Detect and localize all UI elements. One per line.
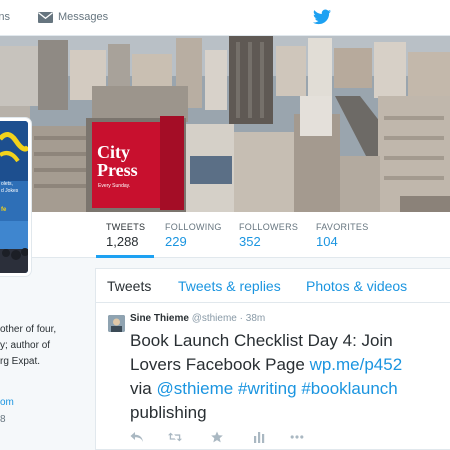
tweet-text-line-3: via @sthieme #writing #booklaunch (130, 377, 450, 401)
stat-favorites[interactable]: FAVORITES 104 (316, 222, 369, 249)
book-cover-image: olets, d Jokes fe (0, 121, 28, 273)
tweet-item[interactable]: Sine Thieme @sthieme · 38m Book Launch C… (96, 303, 450, 450)
tweet-header: Sine Thieme @sthieme · 38m (130, 313, 265, 324)
bio-line-1: other of four, (0, 324, 57, 335)
active-stat-indicator (96, 255, 154, 258)
analytics-icon[interactable] (252, 431, 266, 443)
tab-tweets[interactable]: Tweets (107, 278, 151, 294)
retweet-icon[interactable] (168, 431, 182, 443)
tab-tweets-and-replies[interactable]: Tweets & replies (178, 278, 281, 294)
tweet-text-line-1: Book Launch Checklist Day 4: Join (130, 331, 393, 350)
tweet-link[interactable]: wp.me/p452 (310, 355, 403, 374)
tweet-text-segment: Lovers Facebook Page (130, 355, 310, 374)
nav-messages[interactable]: Messages (38, 11, 108, 23)
tweet-author-name[interactable]: Sine Thieme (130, 313, 189, 324)
book-cover-line2: d Jokes (1, 188, 19, 194)
top-navigation-bar: Notifications Messages (0, 0, 450, 36)
tweet-mention[interactable]: @sthieme (156, 379, 233, 398)
stat-following-label: FOLLOWING (165, 222, 222, 232)
billboard-title-line1: City (97, 142, 130, 162)
nav-notifications-label: Notifications (0, 11, 10, 23)
stat-following[interactable]: FOLLOWING 229 (165, 222, 222, 249)
profile-stats-bar: TWEETS 1,288 FOLLOWING 229 FOLLOWERS 352… (0, 212, 450, 258)
stat-favorites-value: 104 (316, 234, 338, 249)
stat-followers-value: 352 (239, 234, 261, 249)
stat-following-value: 229 (165, 234, 187, 249)
profile-avatar[interactable]: olets, d Jokes fe (0, 118, 31, 276)
timeline-tabs: Tweets Tweets & replies Photos & videos (96, 269, 450, 303)
twitter-bird-icon[interactable] (313, 9, 331, 25)
stat-favorites-label: FAVORITES (316, 222, 369, 232)
tweet-via-text: via (130, 379, 157, 398)
profile-website-link[interactable]: om (0, 397, 14, 408)
stat-followers-label: FOLLOWERS (239, 222, 299, 232)
avatar-image (108, 315, 125, 332)
billboard-subtitle: Every Sunday. (98, 183, 130, 189)
stat-tweets[interactable]: TWEETS 1,288 (106, 222, 145, 249)
bio-line-2: y; author of (0, 340, 51, 351)
tweet-author-handle[interactable]: @sthieme (192, 313, 237, 324)
book-cover-line3: fe (1, 207, 7, 213)
cityscape-banner-image: City Press Every Sunday. (0, 36, 450, 212)
profile-bio: other of four, y; author of rg Expat. (0, 322, 92, 370)
bio-line-3: rg Expat. (0, 356, 41, 367)
tab-photos-and-videos[interactable]: Photos & videos (306, 278, 407, 294)
tweet-hashtag-booklaunch[interactable]: #booklaunch (301, 379, 397, 398)
stat-tweets-label: TWEETS (106, 222, 146, 232)
profile-joined-date: 8 (0, 414, 6, 425)
stat-followers[interactable]: FOLLOWERS 352 (239, 222, 298, 249)
book-cover-line1: olets, (1, 181, 13, 187)
tweet-text-line-2: Lovers Facebook Page wp.me/p452 (130, 353, 450, 377)
reply-icon[interactable] (130, 431, 144, 443)
tweet-text-line-4: publishing (130, 403, 207, 422)
favorite-icon[interactable] (210, 431, 224, 443)
tweet-text: Book Launch Checklist Day 4: Join Lovers… (130, 329, 450, 425)
more-icon[interactable] (290, 431, 304, 443)
tweet-hashtag-writing[interactable]: #writing (238, 379, 297, 398)
stat-tweets-value: 1,288 (106, 234, 139, 249)
tweet-author-avatar[interactable] (108, 315, 125, 332)
tweet-header-separator: · (239, 313, 243, 324)
timeline-panel: Tweets Tweets & replies Photos & videos … (95, 268, 450, 450)
profile-banner: City Press Every Sunday. (0, 36, 450, 212)
tweet-timestamp[interactable]: 38m (246, 313, 265, 324)
nav-notifications[interactable]: Notifications (0, 11, 10, 23)
billboard-title-line2: Press (97, 160, 138, 180)
nav-messages-label: Messages (58, 11, 109, 23)
envelope-icon (38, 11, 53, 23)
